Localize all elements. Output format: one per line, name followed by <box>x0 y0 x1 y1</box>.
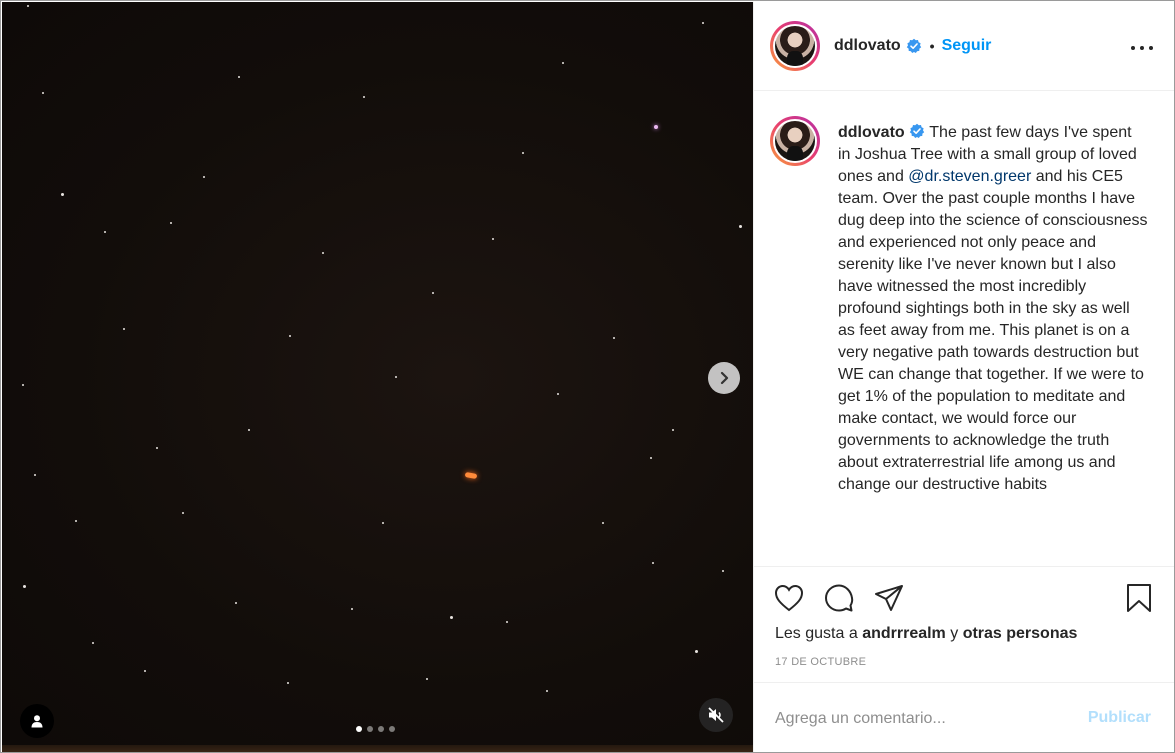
star <box>322 252 324 254</box>
star <box>395 376 397 378</box>
verified-badge-icon <box>909 123 925 138</box>
post-header: ddlovato • Seguir <box>754 2 1174 91</box>
publish-button[interactable]: Publicar <box>1088 709 1151 727</box>
likes-others-link[interactable]: otras personas <box>963 625 1078 642</box>
ground-edge <box>2 745 753 752</box>
star <box>27 5 29 7</box>
comment-form: Publicar <box>754 684 1174 752</box>
star <box>287 682 289 684</box>
star <box>23 585 26 588</box>
caption-avatar[interactable] <box>770 116 820 166</box>
star <box>695 650 698 653</box>
caption-username[interactable]: ddlovato <box>838 124 905 141</box>
caption-mention-link[interactable]: @dr.steven.greer <box>908 168 1031 185</box>
night-sky-photo <box>2 2 753 752</box>
profile-picture <box>775 26 815 66</box>
star <box>654 125 658 129</box>
star <box>602 522 604 524</box>
star <box>650 457 652 459</box>
star <box>562 62 564 64</box>
post-date[interactable]: 17 DE OCTUBRE <box>775 656 866 668</box>
carousel-dot <box>389 726 395 732</box>
bookmark-icon <box>1127 584 1151 612</box>
star <box>432 292 434 294</box>
header-username[interactable]: ddlovato <box>834 37 901 55</box>
post-media[interactable] <box>2 2 753 752</box>
comments-scroll-area[interactable]: ddlovato The past few days I've spent in… <box>754 92 1174 566</box>
post-actions: Les gusta a andrrrealm y otras personas … <box>754 566 1174 683</box>
star <box>203 176 205 178</box>
star <box>351 608 353 610</box>
likes-connector: y <box>950 625 959 642</box>
caption-text-end: and his CE5 team. Over the past couple m… <box>838 168 1148 493</box>
header-user-row: ddlovato • Seguir <box>834 37 991 55</box>
ellipsis-icon <box>1131 46 1135 50</box>
verified-badge-icon <box>906 38 921 53</box>
post-sidebar: ddlovato • Seguir ddlovato The past few … <box>753 2 1174 752</box>
paper-plane-icon <box>875 585 903 611</box>
heart-icon <box>774 584 804 612</box>
star <box>22 384 24 386</box>
star <box>426 678 428 680</box>
star <box>144 670 146 672</box>
speaker-muted-icon <box>708 707 724 723</box>
star <box>506 621 508 623</box>
star <box>557 393 559 395</box>
profile-picture <box>775 121 815 161</box>
carousel-dot <box>367 726 373 732</box>
follow-button[interactable]: Seguir <box>942 37 992 55</box>
carousel-indicator <box>356 726 395 732</box>
star <box>104 231 106 233</box>
star <box>722 570 724 572</box>
star <box>123 328 125 330</box>
star <box>34 474 36 476</box>
star <box>42 92 44 94</box>
carousel-dot <box>378 726 384 732</box>
star <box>672 429 674 431</box>
star <box>170 222 172 224</box>
star <box>652 562 654 564</box>
star <box>450 616 453 619</box>
star <box>61 193 64 196</box>
like-button[interactable] <box>772 581 806 615</box>
star <box>546 690 548 692</box>
liker-username[interactable]: andrrrealm <box>862 625 946 642</box>
carousel-dot <box>356 726 362 732</box>
share-button[interactable] <box>872 581 906 615</box>
mute-button[interactable] <box>699 698 733 732</box>
star <box>382 522 384 524</box>
star <box>492 238 494 240</box>
comment-input[interactable] <box>775 706 1075 732</box>
header-separator: • <box>929 38 935 54</box>
save-button[interactable] <box>1122 581 1156 615</box>
next-media-button[interactable] <box>708 362 740 394</box>
avatar[interactable] <box>770 21 820 71</box>
likes-summary: Les gusta a andrrrealm y otras personas <box>775 625 1077 643</box>
post-caption: ddlovato The past few days I've spent in… <box>838 122 1148 496</box>
star <box>739 225 742 228</box>
star <box>92 642 94 644</box>
star <box>235 602 237 604</box>
star <box>289 335 291 337</box>
star <box>613 337 615 339</box>
tagged-users-button[interactable] <box>20 704 54 738</box>
star <box>702 22 704 24</box>
comment-icon <box>825 584 854 612</box>
star <box>363 96 365 98</box>
comment-button[interactable] <box>822 581 856 615</box>
star <box>248 429 250 431</box>
star <box>156 447 158 449</box>
user-icon <box>31 715 43 728</box>
star <box>522 152 524 154</box>
post-modal: ddlovato • Seguir ddlovato The past few … <box>0 0 1175 753</box>
chevron-right-icon <box>720 371 729 385</box>
star <box>182 512 184 514</box>
star <box>75 520 77 522</box>
likes-prefix: Les gusta a <box>775 625 858 642</box>
star <box>238 76 240 78</box>
more-options-button[interactable] <box>1131 38 1153 58</box>
